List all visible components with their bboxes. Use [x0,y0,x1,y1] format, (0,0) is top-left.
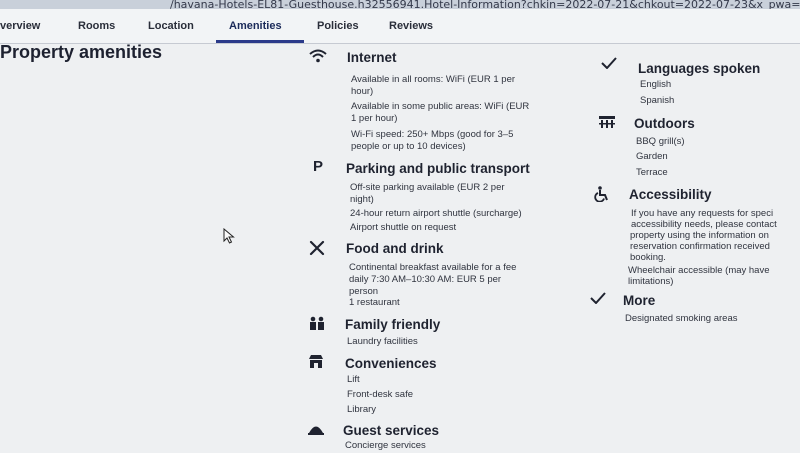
address-bar-url: /havana-Hotels-EL81-Guesthouse.h32556941… [170,0,800,9]
food-item: 1 restaurant [349,297,400,308]
address-bar[interactable]: /havana-Hotels-EL81-Guesthouse.h32556941… [0,0,800,9]
accessibility-item: booking. [630,252,666,263]
wheelchair-icon [594,186,612,202]
food-item: daily 7:30 AM–10:30 AM: EUR 5 per [349,274,502,285]
internet-item: Wi-Fi speed: 250+ Mbps (good for 3–5 [351,129,514,140]
section-tab-bar: verview Rooms Location Amenities Policie… [0,9,800,44]
internet-item: 1 per hour) [351,113,398,124]
active-tab-indicator [216,40,304,43]
utensils-icon [309,240,327,256]
accessibility-item: limitations) [628,276,674,287]
page-title: Property amenities [0,42,163,62]
outdoors-section-title: Outdoors [634,116,695,131]
conveniences-item: Library [347,404,377,415]
food-item: Continental breakfast available for a fe… [349,262,517,273]
store-icon [308,355,326,371]
tab-overview[interactable]: verview [0,20,40,32]
parking-icon: P [312,158,323,175]
food-section-title: Food and drink [346,241,444,256]
accessibility-section-title: Accessibility [629,187,712,202]
conveniences-item: Front-desk safe [347,389,413,400]
more-section-title: More [623,293,656,308]
conveniences-item: Lift [347,374,360,385]
tab-location[interactable]: Location [148,20,194,32]
tab-amenities[interactable]: Amenities [229,20,282,32]
parking-item: night) [350,194,374,205]
family-item: Laundry facilities [347,336,418,347]
family-icon [308,316,326,332]
check-icon [590,292,608,308]
check-icon [601,57,619,73]
internet-item: hour) [351,86,374,97]
languages-item: Spanish [640,95,675,106]
internet-item: Available in some public areas: WiFi (EU… [351,101,530,112]
family-section-title: Family friendly [345,317,441,332]
parking-section-title: Parking and public transport [346,161,530,176]
outdoors-item: Terrace [636,167,668,178]
parking-item: Airport shuttle on request [350,222,457,233]
tab-policies[interactable]: Policies [317,20,359,32]
languages-item: English [640,79,672,90]
outdoors-item: BBQ grill(s) [636,136,685,147]
tab-reviews[interactable]: Reviews [389,20,433,32]
bell-icon [307,423,325,439]
wifi-icon [309,49,327,65]
internet-item: people or up to 10 devices) [351,141,466,152]
more-item: Designated smoking areas [625,313,738,324]
guest-services-section-title: Guest services [343,423,440,438]
grill-icon [598,115,616,131]
conveniences-section-title: Conveniences [345,356,437,371]
parking-item: Off-site parking available (EUR 2 per [350,182,505,193]
mouse-cursor-icon [223,227,235,244]
internet-section-title: Internet [347,50,397,65]
parking-item: 24-hour return airport shuttle (surcharg… [350,208,522,219]
languages-section-title: Languages spoken [638,61,761,76]
tab-rooms[interactable]: Rooms [78,20,115,32]
outdoors-item: Garden [636,151,668,162]
internet-item: Available in all rooms: WiFi (EUR 1 per [351,74,516,85]
